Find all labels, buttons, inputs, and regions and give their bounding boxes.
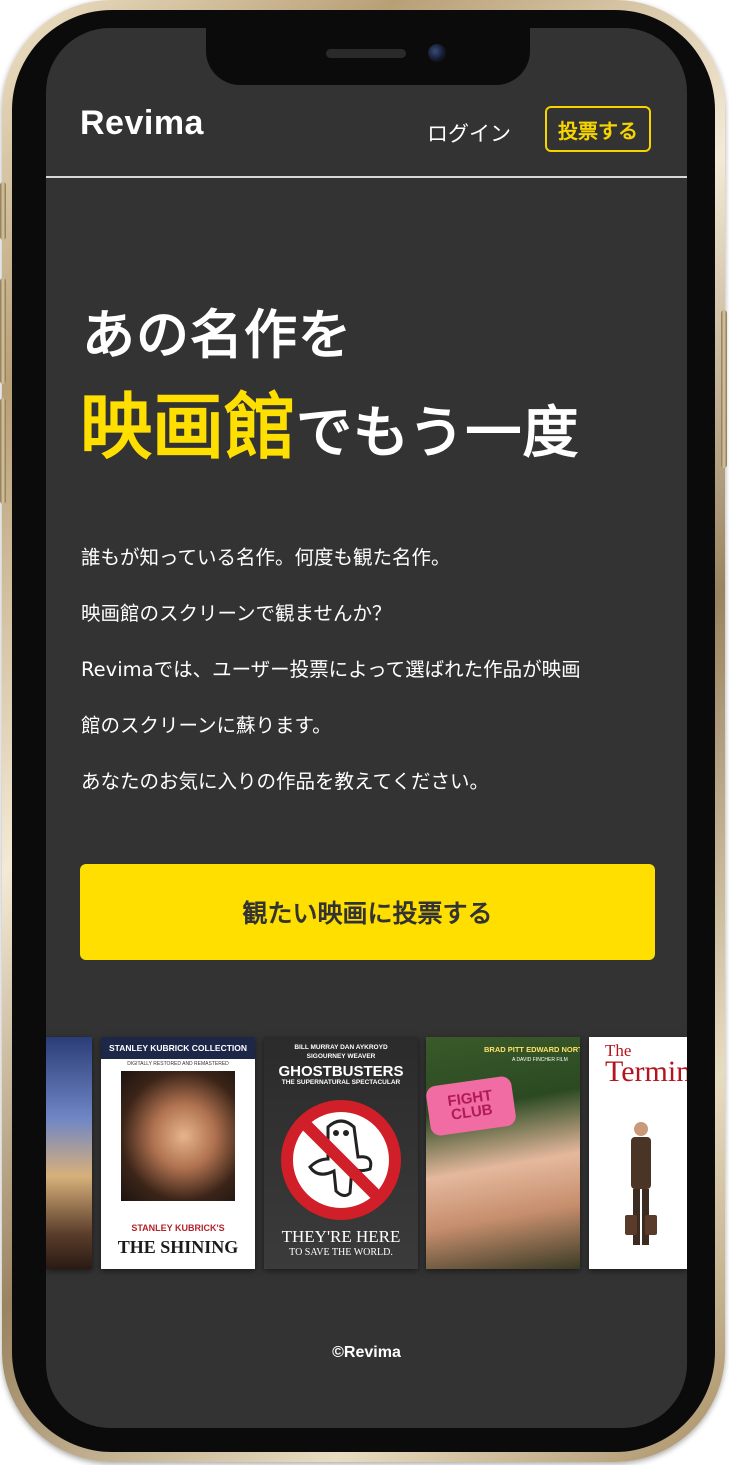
site-header: Revima ログイン 投票する bbox=[46, 88, 687, 178]
poster-cast: BILL MURRAY DAN AYKROYD SIGOURNEY WEAVER bbox=[264, 1043, 418, 1061]
description-line: Revimaでは、ユーザー投票によって選ばれた作品が映画 bbox=[81, 658, 581, 681]
poster-fight-club[interactable]: BRAD PITT EDWARD NORTON A DAVID FINCHER … bbox=[426, 1037, 580, 1269]
no-ghost-logo-icon bbox=[281, 1100, 401, 1220]
volume-down-button bbox=[0, 398, 6, 504]
power-button bbox=[721, 310, 727, 468]
screen: Revima ログイン 投票する あの名作を 映画館でもう一度 誰もが知っている… bbox=[46, 28, 687, 1428]
poster-ghostbusters[interactable]: BILL MURRAY DAN AYKROYD SIGOURNEY WEAVER… bbox=[264, 1037, 418, 1269]
poster-back-to-the-future[interactable] bbox=[46, 1037, 92, 1269]
camera-icon bbox=[428, 44, 446, 62]
speaker-grille bbox=[326, 49, 406, 58]
description: 誰もが知っている名作。何度も観た名作。 映画館のスクリーンで観ませんか？ Rev… bbox=[81, 538, 661, 818]
hero-title-rest: でもう一度 bbox=[296, 401, 580, 466]
man-with-suitcase-icon bbox=[625, 1122, 657, 1245]
poster-the-shining[interactable]: STANLEY KUBRICK COLLECTION DIGITALLY RES… bbox=[101, 1037, 255, 1269]
phone-frame: Revima ログイン 投票する あの名作を 映画館でもう一度 誰もが知っている… bbox=[0, 0, 727, 1462]
poster-title: GHOSTBUSTERS bbox=[278, 1063, 404, 1080]
poster-tagline-bottom-small: TO SAVE THE WORLD. bbox=[289, 1247, 393, 1258]
poster-cast-line: BILL MURRAY DAN AYKROYD bbox=[294, 1044, 388, 1051]
poster-title: FIGHT CLUB bbox=[446, 1087, 494, 1124]
notch bbox=[206, 28, 530, 85]
description-line: あなたのお気に入りの作品を教えてください。 bbox=[81, 770, 489, 793]
poster-soap-logo: FIGHT CLUB bbox=[426, 1075, 518, 1137]
poster-cast: BRAD PITT EDWARD NORTON bbox=[484, 1045, 580, 1054]
poster-the-terminal[interactable]: The Terminal bbox=[589, 1037, 687, 1269]
description-line: 館のスクリーンに蘇ります。 bbox=[81, 714, 332, 737]
poster-title: Terminal bbox=[605, 1055, 687, 1088]
hero-title-accent: 映画館 bbox=[80, 385, 297, 469]
vote-header-button[interactable]: 投票する bbox=[545, 106, 651, 152]
description-line: 誰もが知っている名作。何度も観た名作。 bbox=[81, 546, 451, 569]
poster-director: A DAVID FINCHER FILM bbox=[512, 1057, 568, 1063]
mute-switch bbox=[0, 182, 6, 240]
site-logo[interactable]: Revima bbox=[80, 104, 204, 143]
poster-tagline-bottom: THEY'RE HERE bbox=[281, 1227, 401, 1246]
hero-title-line2: 映画館でもう一度 bbox=[80, 368, 579, 473]
login-link[interactable]: ログイン bbox=[427, 118, 511, 148]
hero-title-line1: あの名作を bbox=[82, 305, 352, 366]
poster-photo bbox=[121, 1071, 235, 1201]
poster-subtitle: DIGITALLY RESTORED AND REMASTERED bbox=[127, 1061, 229, 1067]
footer-copyright: ©Revima bbox=[332, 1344, 401, 1361]
description-line: 映画館のスクリーンで観ませんか？ bbox=[81, 602, 392, 625]
vote-cta-button[interactable]: 観たい映画に投票する bbox=[80, 864, 655, 960]
poster-banner: STANLEY KUBRICK COLLECTION bbox=[101, 1037, 255, 1059]
poster-cast-line: SIGOURNEY WEAVER bbox=[306, 1053, 376, 1060]
poster-title-small: STANLEY KUBRICK'S bbox=[131, 1223, 225, 1233]
poster-tagline: THE SUPERNATURAL SPECTACULAR bbox=[281, 1079, 401, 1086]
volume-up-button bbox=[0, 278, 6, 384]
poster-title: THE SHINING bbox=[117, 1237, 239, 1257]
poster-carousel[interactable]: STANLEY KUBRICK COLLECTION DIGITALLY RES… bbox=[46, 1037, 687, 1269]
